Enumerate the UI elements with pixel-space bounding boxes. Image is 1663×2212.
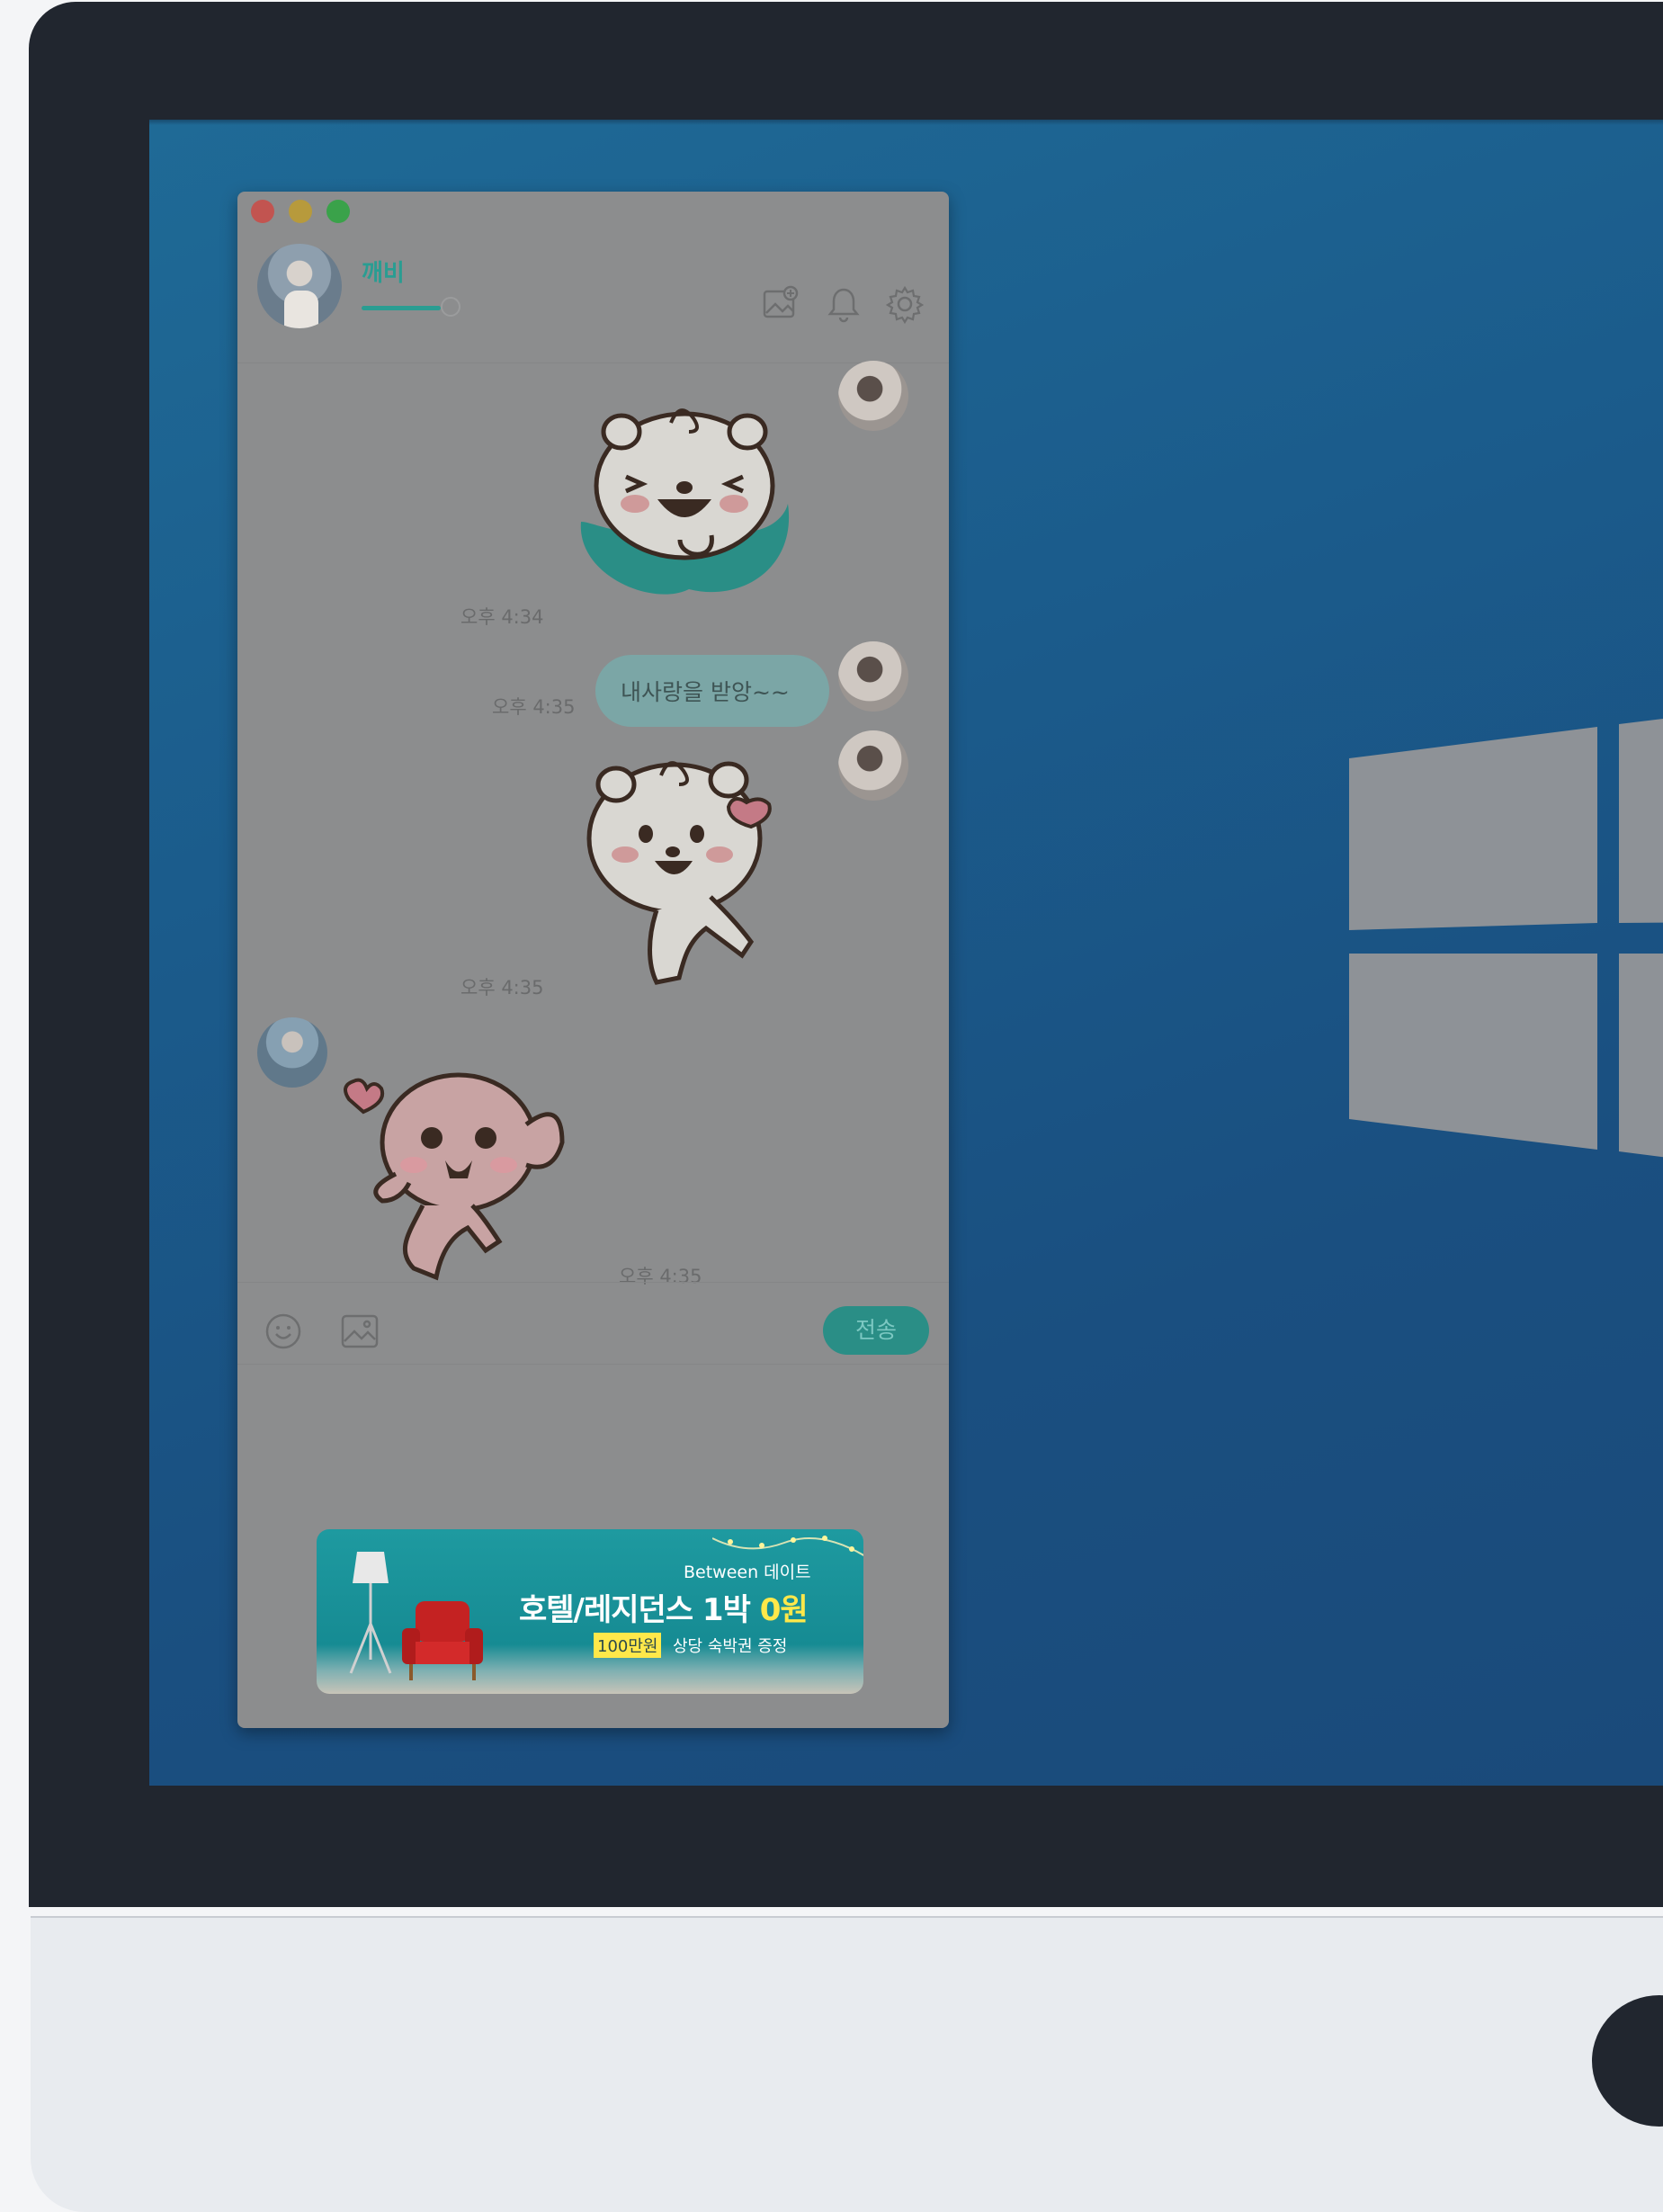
windows-logo-icon [1349, 718, 1663, 1158]
armchair-icon [402, 1601, 483, 1680]
message-time: 오후 4:34 [460, 606, 544, 628]
status-knob [441, 297, 460, 317]
lamp-icon [349, 1552, 392, 1674]
message-time: 오후 4:35 [460, 977, 544, 999]
sticker-bear-heart [586, 761, 772, 985]
message-avatar[interactable] [257, 1017, 327, 1088]
banner-title-highlight: 0원 [759, 1592, 809, 1628]
sticker-bear-wink[interactable] [572, 387, 806, 607]
sticker-seal-heart[interactable] [342, 1052, 603, 1286]
window-controls [251, 200, 350, 223]
message-avatar[interactable] [838, 730, 908, 801]
banner-sub-text: 상당 숙박권 증정 [673, 1637, 788, 1656]
banner-sub-badge: 100만원 [594, 1633, 662, 1658]
image-attach-icon[interactable] [340, 1312, 380, 1350]
maximize-window-button[interactable] [326, 200, 350, 223]
banner-title: 호텔/레지던스 1박 0원 [519, 1585, 809, 1629]
message-text: 내사랑을 받앙~~ [621, 679, 790, 705]
bell-icon[interactable] [824, 284, 863, 324]
banner-brand: Between 데이트 [684, 1563, 811, 1582]
banner-title-text: 호텔/레지던스 1박 [519, 1592, 760, 1628]
monitor-chin [31, 1916, 1663, 2212]
contact-name: 깨비 [362, 260, 405, 287]
message-time: 오후 4:35 [492, 696, 576, 718]
settings-gear-icon[interactable] [885, 284, 925, 324]
contact-avatar[interactable] [257, 244, 342, 328]
close-window-button[interactable] [251, 200, 274, 223]
message-avatar[interactable] [838, 641, 908, 712]
status-bar [362, 306, 441, 310]
gallery-icon[interactable] [761, 284, 800, 324]
minimize-window-button[interactable] [289, 200, 312, 223]
send-button[interactable]: 전송 [823, 1306, 929, 1355]
emoji-icon[interactable] [264, 1312, 302, 1350]
message-avatar[interactable] [838, 361, 908, 431]
